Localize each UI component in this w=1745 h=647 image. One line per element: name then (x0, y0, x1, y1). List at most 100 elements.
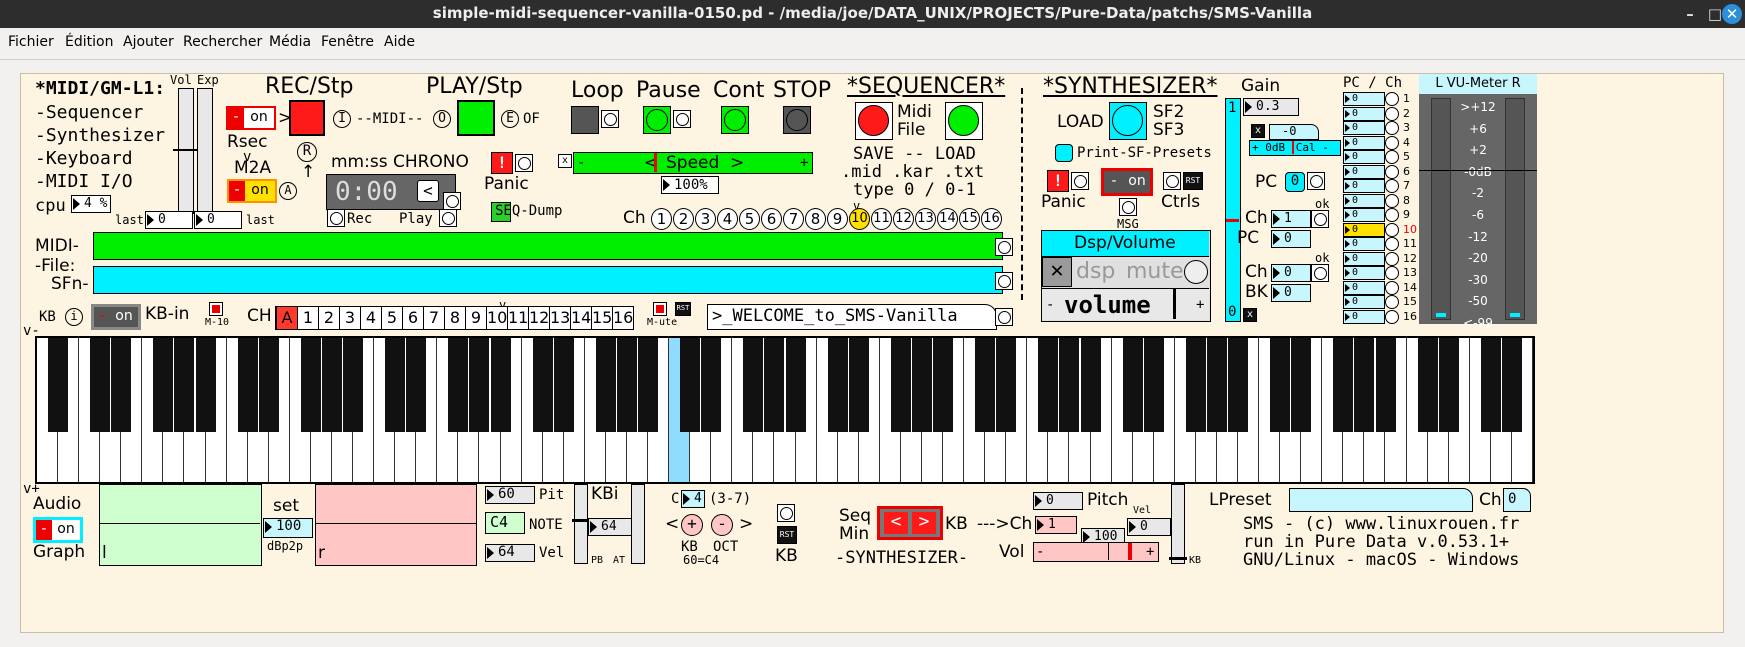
midi-file-bang[interactable] (995, 238, 1013, 256)
pc-ch-number[interactable]: 0 (1343, 193, 1385, 208)
black-key[interactable] (448, 338, 469, 432)
menu-fenetre[interactable]: Fenêtre (321, 34, 374, 50)
midi-file-bar[interactable] (93, 232, 1003, 260)
black-key[interactable] (1185, 338, 1206, 432)
loop-bang[interactable] (601, 110, 619, 128)
black-key[interactable] (933, 338, 954, 432)
pc-ch-bang[interactable] (1385, 251, 1399, 266)
black-key[interactable] (1291, 338, 1312, 432)
black-key[interactable] (174, 338, 195, 432)
pc-ch-number[interactable]: 0 (1343, 266, 1385, 280)
black-key[interactable] (553, 338, 574, 432)
black-key[interactable] (1417, 338, 1438, 432)
black-key[interactable] (48, 338, 69, 432)
black-key[interactable] (258, 338, 279, 432)
mute-button[interactable] (653, 302, 667, 316)
pc-ch-number[interactable]: 0 (1343, 135, 1385, 150)
cont-button[interactable] (721, 106, 749, 134)
black-key[interactable] (1143, 338, 1164, 432)
black-key[interactable] (1333, 338, 1354, 432)
r-button[interactable]: R (297, 142, 317, 162)
save-button[interactable] (855, 102, 893, 140)
gain-x-button[interactable]: x (1243, 308, 1257, 322)
midi-in-button[interactable]: I (333, 110, 351, 128)
black-key[interactable] (490, 338, 511, 432)
lpreset-field[interactable] (1289, 488, 1473, 512)
pc-ch-bang[interactable] (1385, 280, 1399, 295)
pc-ch-bang[interactable] (1385, 222, 1399, 237)
black-key[interactable] (996, 338, 1017, 432)
pc-ch-bang[interactable] (1385, 150, 1399, 164)
black-key[interactable] (385, 338, 406, 432)
black-key[interactable] (111, 338, 132, 432)
oct-minus-button[interactable]: - (711, 514, 733, 536)
rec-button[interactable] (289, 100, 325, 136)
black-key[interactable] (1354, 338, 1375, 432)
pc-ch-bang[interactable] (1385, 237, 1399, 251)
mute-bang[interactable] (1184, 260, 1208, 284)
soundfont-bang[interactable] (995, 272, 1013, 290)
pc-ch-bang[interactable] (1385, 193, 1399, 208)
black-key[interactable] (90, 338, 111, 432)
sf-load-button[interactable] (1109, 102, 1147, 140)
ok-bang-1[interactable] (1311, 210, 1329, 228)
cal-button[interactable]: + 0dB Cal - (1249, 140, 1341, 156)
ok-bang-2[interactable] (1311, 264, 1329, 282)
black-key[interactable] (1438, 338, 1459, 432)
black-key[interactable] (469, 338, 490, 432)
menu-aide[interactable]: Aide (384, 34, 415, 50)
black-key[interactable] (153, 338, 174, 432)
print-presets-button[interactable] (1055, 144, 1073, 162)
gain-reset[interactable]: x (1251, 124, 1265, 138)
m2a-toggle[interactable]: - on (227, 179, 277, 203)
pc-ch-bang[interactable] (1385, 179, 1399, 193)
black-key[interactable] (616, 338, 637, 432)
pc-ch-number[interactable]: 0 (1343, 106, 1385, 121)
black-key[interactable] (1480, 338, 1501, 432)
black-key[interactable] (890, 338, 911, 432)
black-key[interactable] (638, 338, 659, 432)
menu-fichier[interactable]: Fichier (8, 34, 54, 50)
pc-ch-number[interactable]: 0 (1343, 92, 1385, 106)
kb-rst-bang[interactable] (777, 504, 795, 522)
menu-edition[interactable]: Édition (65, 34, 113, 50)
vol-slider[interactable]: - + (1033, 542, 1159, 562)
close-button[interactable]: ✕ (1722, 4, 1742, 24)
pitch-bend-slider[interactable] (572, 484, 590, 564)
pc-ch-bang[interactable] (1385, 295, 1399, 309)
pc-ch-number[interactable]: 0 (1343, 150, 1385, 164)
black-key[interactable] (406, 338, 427, 432)
synth-panic-button[interactable]: ! (1047, 170, 1069, 192)
ctrls-bang[interactable] (1163, 172, 1181, 190)
pc-ch-number[interactable]: 0 (1343, 237, 1385, 251)
kb-toggle[interactable]: - on (91, 304, 141, 330)
pc-bang[interactable] (1307, 172, 1325, 190)
audio-graph-toggle[interactable]: - on (33, 517, 83, 543)
welcome-bang[interactable] (995, 308, 1013, 326)
pc-number[interactable]: 0 (1285, 172, 1305, 192)
panic-bang[interactable] (515, 154, 533, 172)
pc-ch-bang[interactable] (1385, 309, 1399, 324)
pc-ch-bang[interactable] (1385, 266, 1399, 280)
msg-bang[interactable] (1119, 198, 1137, 216)
pc-ch-bang[interactable] (1385, 135, 1399, 150)
menu-rechercher[interactable]: Rechercher (183, 34, 262, 50)
pc-ch-number[interactable]: 0 (1343, 208, 1385, 222)
pc-ch-bang[interactable] (1385, 106, 1399, 121)
black-key[interactable] (743, 338, 764, 432)
dsp-toggle[interactable]: ✕ (1042, 257, 1072, 287)
black-key[interactable] (1270, 338, 1291, 432)
pc-ch-bang[interactable] (1385, 121, 1399, 135)
chrono-bang[interactable] (443, 192, 461, 210)
menu-media[interactable]: Média (269, 34, 311, 50)
kb-rst-button-2[interactable]: RST (777, 526, 797, 544)
black-key[interactable] (848, 338, 869, 432)
black-key[interactable] (595, 338, 616, 432)
black-key[interactable] (701, 338, 722, 432)
m10-button[interactable] (209, 302, 223, 316)
vol-slider[interactable] (173, 88, 199, 214)
black-key[interactable] (911, 338, 932, 432)
panic-button[interactable]: ! (491, 152, 513, 174)
pc-ch-number[interactable]: 0 (1343, 309, 1385, 324)
black-key[interactable] (1080, 338, 1101, 432)
